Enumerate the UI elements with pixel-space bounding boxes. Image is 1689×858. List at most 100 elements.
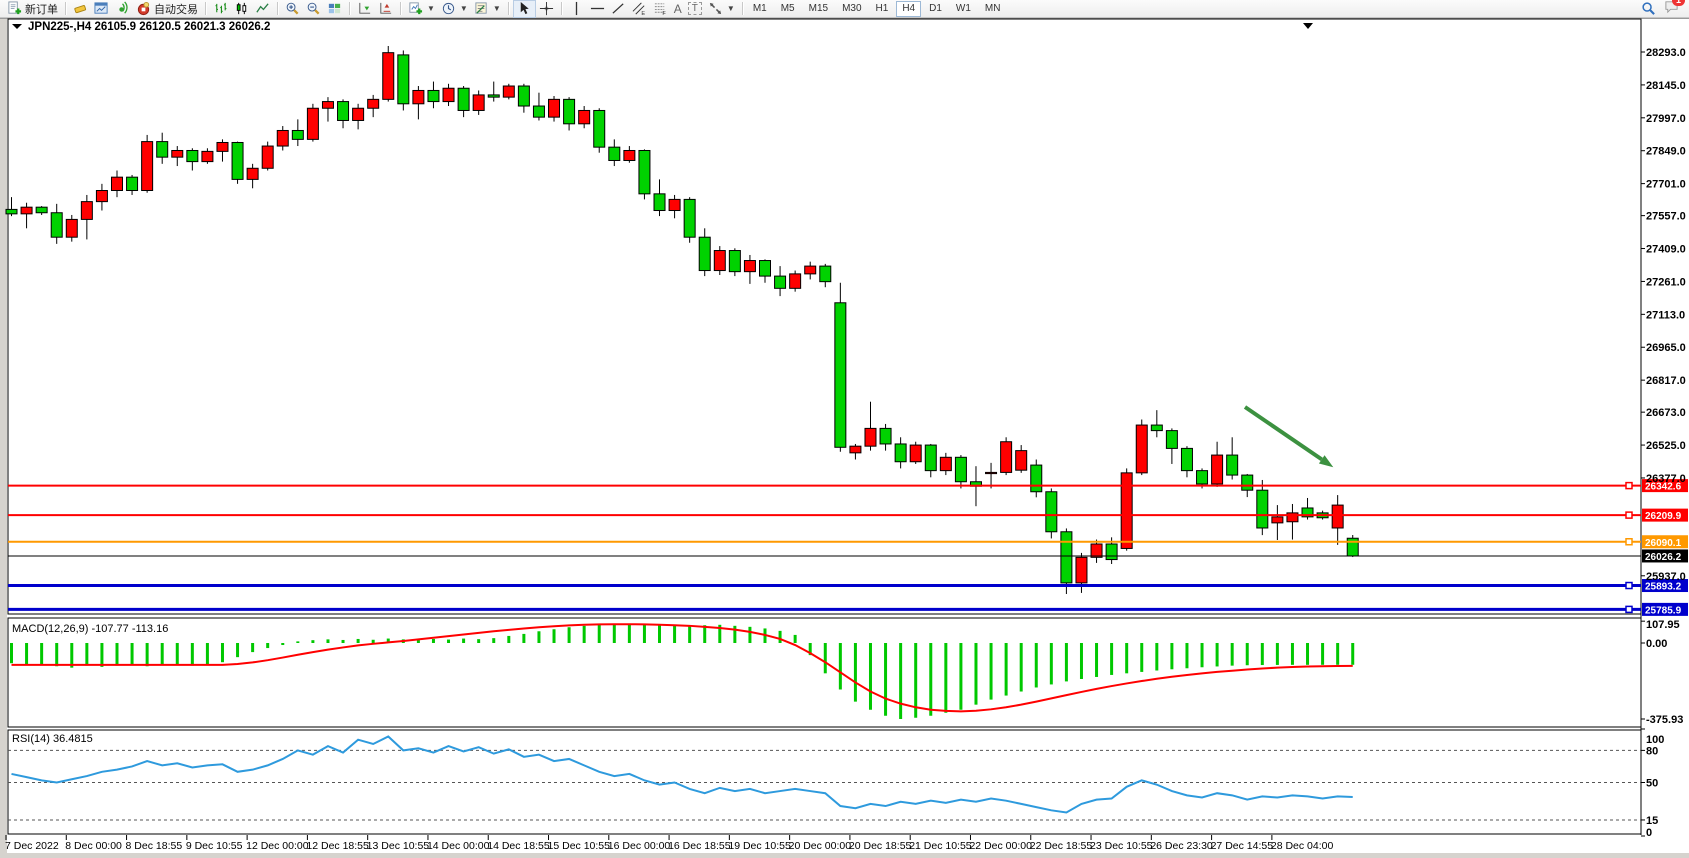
- tile-windows-button[interactable]: [324, 1, 345, 17]
- timeframe-group: M1M5M15M30H1H4D1W1MN: [747, 1, 1007, 17]
- chart-window-button[interactable]: [91, 1, 112, 17]
- indicator-window-button[interactable]: [354, 1, 375, 17]
- candle: [760, 261, 771, 277]
- pane-border: [8, 19, 1641, 614]
- new-order-button[interactable]: 新订单: [4, 1, 61, 17]
- auto-trading-button[interactable]: 自动交易: [133, 1, 201, 17]
- eraser-button[interactable]: [70, 1, 91, 17]
- fibonacci-tool[interactable]: F: [650, 1, 671, 17]
- candle: [413, 90, 424, 103]
- candle: [398, 55, 409, 104]
- bar-chart-button[interactable]: [210, 1, 231, 17]
- line-chart-button[interactable]: [252, 1, 273, 17]
- timeframe-h1[interactable]: H1: [870, 1, 895, 17]
- candlestick-button[interactable]: [231, 1, 252, 17]
- candle: [986, 472, 997, 473]
- price-axis-label: 27849.0: [1646, 146, 1686, 158]
- bar-chart-icon: [213, 1, 228, 16]
- candle: [564, 99, 575, 123]
- timeframe-w1[interactable]: W1: [950, 1, 977, 17]
- chevron-down-icon: ▼: [427, 4, 435, 13]
- line-handle[interactable]: [1626, 606, 1632, 612]
- line-handle[interactable]: [1626, 539, 1632, 545]
- chat-button[interactable]: 1: [1664, 0, 1679, 19]
- candle: [1091, 544, 1102, 557]
- zoom-out-button[interactable]: [303, 1, 324, 17]
- timeframe-m30[interactable]: M30: [836, 1, 867, 17]
- separator: [205, 2, 206, 15]
- rsi-axis-label: 0: [1646, 827, 1652, 839]
- zoom-in-button[interactable]: [282, 1, 303, 17]
- line-handle[interactable]: [1626, 483, 1632, 489]
- vertical-line-tool[interactable]: [566, 1, 587, 17]
- crosshair-icon: [539, 1, 554, 16]
- chevron-down-icon: ▼: [493, 4, 501, 13]
- timeframe-m15[interactable]: M15: [803, 1, 834, 17]
- trendline-tool[interactable]: [608, 1, 629, 17]
- horizontal-line-tool[interactable]: [587, 1, 608, 17]
- candle: [428, 90, 439, 101]
- price-axis-label: 26377.0: [1646, 473, 1686, 485]
- indicator-window-right-button[interactable]: [375, 1, 396, 17]
- price-axis-label: 27997.0: [1646, 113, 1686, 125]
- candle: [1257, 490, 1268, 528]
- candle: [955, 457, 966, 481]
- date-label: 26 Dec 23:30: [1150, 840, 1213, 852]
- candle: [1076, 557, 1087, 583]
- cursor-tool-button[interactable]: [513, 0, 536, 18]
- date-label: 7 Dec 2022: [5, 840, 59, 852]
- candle: [157, 142, 168, 158]
- date-label: 9 Dec 10:55: [186, 840, 243, 852]
- fibonacci-icon: F: [653, 1, 668, 16]
- line-handle[interactable]: [1626, 583, 1632, 589]
- date-label: 16 Dec 18:55: [668, 840, 731, 852]
- candle: [925, 445, 936, 471]
- arrows-tool[interactable]: ▼: [705, 1, 738, 17]
- chevron-down-icon: ▼: [727, 4, 735, 13]
- timeframe-mn[interactable]: MN: [979, 1, 1007, 17]
- candle: [322, 102, 333, 109]
- date-label: 14 Dec 18:55: [487, 840, 550, 852]
- price-badge-label: 26090.1: [1645, 538, 1682, 549]
- line-handle[interactable]: [1626, 512, 1632, 518]
- indicator-window-icon: [357, 1, 372, 16]
- timeframe-m1[interactable]: M1: [747, 1, 773, 17]
- zoom-in-icon: [285, 1, 300, 16]
- candle: [744, 261, 755, 272]
- timeframe-d1[interactable]: D1: [923, 1, 948, 17]
- candle: [21, 207, 32, 214]
- candle: [247, 168, 258, 179]
- template-button[interactable]: ▼: [471, 1, 504, 17]
- signal-button[interactable]: [112, 1, 133, 17]
- candle: [1151, 425, 1162, 431]
- separator: [742, 2, 743, 15]
- date-label: 22 Dec 00:00: [969, 840, 1032, 852]
- candle: [81, 202, 92, 220]
- date-label: 12 Dec 18:55: [306, 840, 369, 852]
- text-tool[interactable]: A: [671, 1, 685, 17]
- crosshair-tool-button[interactable]: [536, 1, 557, 17]
- date-label: 27 Dec 14:55: [1211, 840, 1274, 852]
- candle: [383, 53, 394, 100]
- signal-icon: [115, 1, 130, 16]
- equidistant-channel-tool[interactable]: E: [629, 1, 650, 17]
- period-clock-button[interactable]: ▼: [438, 1, 471, 17]
- add-indicator-button[interactable]: ▼: [405, 1, 438, 17]
- candle: [850, 446, 861, 453]
- search-icon[interactable]: [1641, 1, 1656, 16]
- candle: [368, 99, 379, 108]
- candle: [1031, 465, 1042, 492]
- date-label: 16 Dec 00:00: [608, 840, 671, 852]
- zoom-out-icon: [306, 1, 321, 16]
- candle: [458, 88, 469, 110]
- timeframe-h4[interactable]: H4: [896, 1, 921, 17]
- rsi-axis-label: 15: [1646, 815, 1658, 827]
- text-label-tool[interactable]: T: [685, 1, 705, 17]
- timeframe-m5[interactable]: M5: [775, 1, 801, 17]
- trendline-icon: [611, 1, 626, 16]
- price-axis-label: 26525.0: [1646, 440, 1686, 452]
- candle: [1181, 448, 1192, 470]
- vertical-line-icon: [569, 1, 584, 16]
- separator: [277, 2, 278, 15]
- period-clock-icon: [441, 1, 456, 16]
